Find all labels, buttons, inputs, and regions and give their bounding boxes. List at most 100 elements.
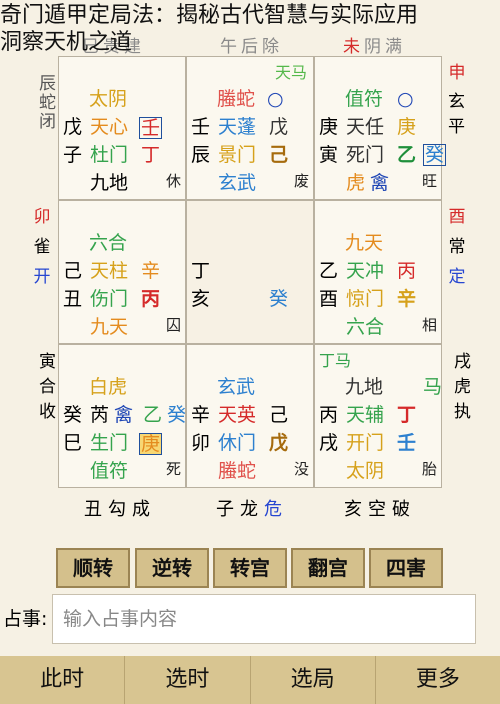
side-right-mid: 酉 常 定 <box>443 206 471 288</box>
palace-sun[interactable]: 太阴 戊 天心 壬 子 杜门 丁 九地 休 <box>58 56 186 200</box>
side-right-top: 申 玄平 <box>443 62 471 142</box>
palace-center[interactable]: 丁 亥 癸 <box>186 200 314 344</box>
earth-branch: 子 <box>63 144 83 166</box>
palace-gen[interactable]: 白虎 癸 芮 禽 乙 癸 巳 生门 庚 值符 死 <box>58 344 186 488</box>
button-sihai[interactable]: 四害 <box>369 548 443 588</box>
status-mark: 废 <box>293 172 309 190</box>
status-mark: 死 <box>165 460 181 478</box>
door: 生门 <box>90 432 129 454</box>
heaven-stem: 庚 <box>319 116 339 138</box>
palace-dui[interactable]: 九天 乙 天冲 丙 酉 惊门 辛 六合 相 <box>314 200 442 344</box>
center-stem-b: 亥 <box>191 288 211 310</box>
door: 开门 <box>346 432 385 454</box>
nav-cishi[interactable]: 此时 <box>0 656 126 704</box>
heaven-stem: 戊 <box>63 116 83 138</box>
stem: 壬 <box>397 432 417 454</box>
horse-mark: 丁马 <box>319 351 352 370</box>
door: 死门 <box>346 144 385 166</box>
button-shunzhuan[interactable]: 顺转 <box>56 548 130 588</box>
door: 杜门 <box>90 144 129 166</box>
palace-kun[interactable]: 值符 ○ 庚 天任 庚 寅 死门 乙 癸 虎 禽 旺 <box>314 56 447 200</box>
deity: 六合 <box>89 232 128 254</box>
spirit: 太阴 <box>346 460 385 482</box>
stem: 丙 <box>141 288 161 310</box>
deity: 太阴 <box>89 88 128 110</box>
earth-branch: 卯 <box>191 432 211 454</box>
ground-stem: 戊 <box>269 116 289 138</box>
status-mark: 相 <box>421 316 437 334</box>
side-left-top: 辰蛇闭 <box>35 74 55 131</box>
button-zhuangong[interactable]: 转宫 <box>213 548 287 588</box>
deity: 九天 <box>345 232 384 254</box>
palace-zhen[interactable]: 六合 己 天柱 辛 丑 伤门 丙 九天 囚 <box>58 200 186 344</box>
nav-xuanshi[interactable]: 选时 <box>125 656 251 704</box>
query-input[interactable]: 输入占事内容 <box>52 594 476 644</box>
side-right-mid-red: 酉 <box>448 207 466 227</box>
earth-branch: 戌 <box>319 432 339 454</box>
heaven-stem: 癸 <box>63 404 83 426</box>
star: 天辅 <box>346 404 385 426</box>
star: 天任 <box>346 116 385 138</box>
ground-stem: 辛 <box>141 260 161 282</box>
door: 休门 <box>218 432 257 454</box>
star: 芮 <box>90 404 110 426</box>
bottom-center-a: 子龙 <box>216 499 264 520</box>
side-left-mid: 卯 雀 开 <box>28 206 56 288</box>
deity: 玄武 <box>217 376 256 398</box>
side-left-mid-blue: 开 <box>33 267 51 287</box>
ground-stem: 丙 <box>397 260 417 282</box>
side-left-bottom: 寅合收 <box>35 352 55 427</box>
boxed-stem: 壬 <box>139 117 163 139</box>
spirit: 六合 <box>346 316 385 338</box>
side-right-top-red: 申 <box>448 63 466 83</box>
boxed-stem: 癸 <box>423 144 447 166</box>
stem: 己 <box>269 144 289 166</box>
button-fangong[interactable]: 翻宫 <box>291 548 365 588</box>
deity: 值符 <box>345 88 384 110</box>
nav-xuanju[interactable]: 选局 <box>251 656 376 704</box>
status-mark: 旺 <box>421 172 437 190</box>
status-mark: 囚 <box>165 316 181 334</box>
ground-stem: 丁 <box>397 404 417 426</box>
side-right-bottom: 戌虎执 <box>450 352 470 427</box>
query-label: 占事: <box>3 608 48 630</box>
earth-branch: 辰 <box>191 144 211 166</box>
star: 天英 <box>218 404 257 426</box>
status-mark: 休 <box>165 172 181 190</box>
palace-grid: 太阴 戊 天心 壬 子 杜门 丁 九地 休 天马 螣蛇 ○ 壬 天蓬 戊 辰 景… <box>58 56 447 488</box>
heaven-stem: 乙 <box>319 260 339 282</box>
center-stem-c: 癸 <box>269 288 289 310</box>
bottom-navigation: 此时 选时 选局 更多 <box>0 656 500 704</box>
palace-li[interactable]: 天马 螣蛇 ○ 壬 天蓬 戊 辰 景门 己 玄武 废 <box>186 56 314 200</box>
star: 天蓬 <box>218 116 257 138</box>
spirit: 值符 <box>90 460 129 482</box>
bottom-center-b: 危 <box>264 499 288 520</box>
palace-kan[interactable]: 玄武 辛 天英 己 卯 休门 戊 螣蛇 没 <box>186 344 314 488</box>
horse-mark-2: 马 <box>423 376 443 398</box>
nav-more[interactable]: 更多 <box>376 656 500 704</box>
status-mark: 胎 <box>421 460 437 478</box>
ground-stem: 庚 <box>397 116 417 138</box>
qin-mark: 禽 <box>114 404 134 426</box>
star: 天柱 <box>90 260 129 282</box>
bottom-left-label: 丑勾成 <box>84 499 156 520</box>
spirit: 螣蛇 <box>218 460 257 482</box>
palace-qian[interactable]: 丁马 马 九地 丙 天辅 丁 戌 开门 壬 太阴 胎 <box>314 344 442 488</box>
deity: 九地 <box>345 376 384 398</box>
door: 伤门 <box>90 288 129 310</box>
horse-mark: 天马 <box>275 63 308 82</box>
earth-branch: 巳 <box>63 432 83 454</box>
empty-circle-icon: ○ <box>267 88 284 110</box>
center-stem-a: 丁 <box>191 260 211 282</box>
stem: 乙 <box>397 144 417 166</box>
earth-branch: 酉 <box>319 288 339 310</box>
qin-mark: 禽 <box>370 172 390 194</box>
side-right-mid-blue: 定 <box>448 267 466 287</box>
ground-stem: 己 <box>269 404 289 426</box>
bottom-right-label: 亥空破 <box>344 499 416 520</box>
side-right-mid-text: 常 <box>448 237 466 257</box>
heaven-stem: 壬 <box>191 116 211 138</box>
button-nizhuan[interactable]: 逆转 <box>135 548 209 588</box>
heaven-stem: 丙 <box>319 404 339 426</box>
side-left-mid-text: 雀 <box>33 237 51 257</box>
